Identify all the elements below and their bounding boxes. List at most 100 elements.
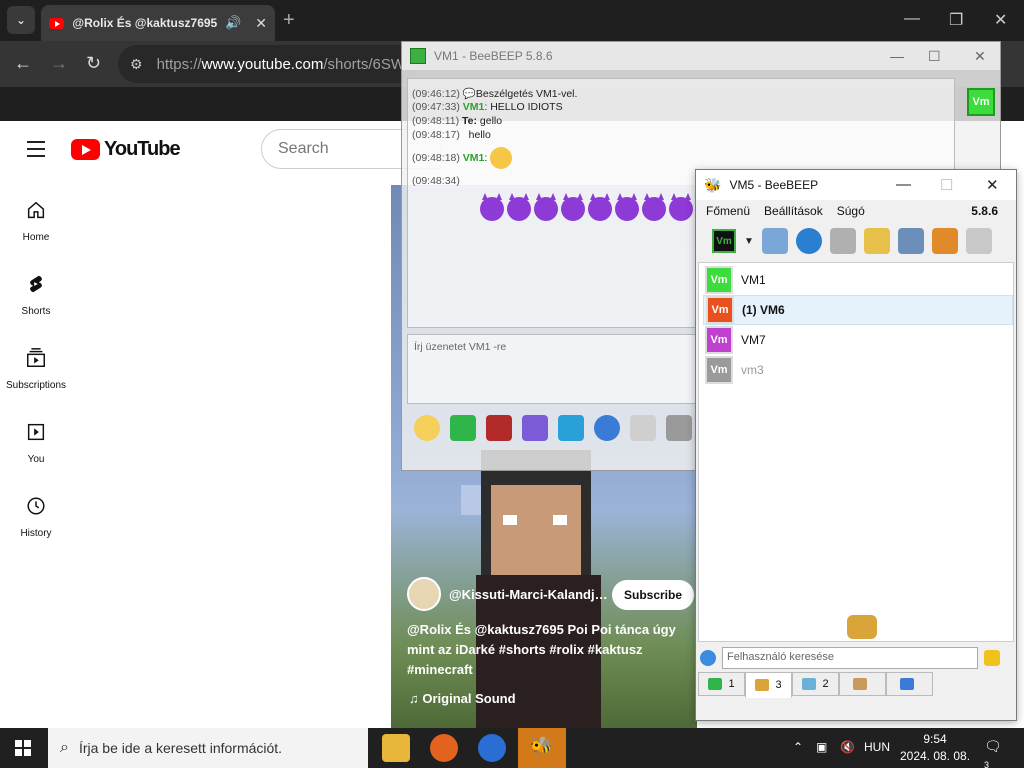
chat-icon xyxy=(708,678,723,690)
address-bar[interactable]: ⚙ https://www.youtube.com/shorts/6SW4 xyxy=(118,45,418,83)
vm5-close-icon[interactable]: ✕ xyxy=(986,176,999,194)
emoticon-icon[interactable] xyxy=(414,415,440,441)
write-message-icon[interactable] xyxy=(863,228,890,254)
tab-title: @Rolix És @kaktusz7695 P xyxy=(72,16,218,30)
chat-message: (09:48:34) xyxy=(412,175,460,187)
taskbar-search[interactable]: ⌕ Írja be ide a keresett információt. xyxy=(48,728,368,768)
windows-taskbar: ⌕ Írja be ide a keresett információt. 🐝 … xyxy=(0,728,1024,768)
search-icon: ⌕ xyxy=(60,739,69,756)
send-icon[interactable] xyxy=(630,415,656,441)
font-color-icon[interactable] xyxy=(522,415,548,441)
tab-groups[interactable]: 2 xyxy=(792,672,839,696)
site-info-icon[interactable]: ⚙ xyxy=(130,56,143,73)
vm1-minimize-icon[interactable]: — xyxy=(890,48,904,64)
browser-tab-active[interactable]: @Rolix És @kaktusz7695 P 🔊 ✕ xyxy=(41,5,275,41)
minimize-icon[interactable]: — xyxy=(904,10,920,28)
tray-chevron-up-icon[interactable]: ⌃ xyxy=(793,740,803,754)
user-row-vm7[interactable]: Vm VM7 xyxy=(703,325,1013,355)
emoticon-list-icon[interactable] xyxy=(450,415,476,441)
chrome-icon[interactable] xyxy=(478,734,506,762)
user-row-vm6[interactable]: Vm (1) VM6 xyxy=(703,295,1013,325)
tab-log[interactable] xyxy=(886,672,933,696)
clock[interactable]: 9:54 2024. 08. 08. xyxy=(899,731,971,765)
user-row-vm3[interactable]: Vm vm3 xyxy=(703,355,1013,385)
language-indicator[interactable]: HUN xyxy=(864,740,890,754)
vm5-minimize-icon[interactable]: — xyxy=(896,176,911,193)
user-avatar: Vm xyxy=(706,296,734,324)
sidebar-item-subscriptions[interactable]: Subscriptions xyxy=(0,347,72,393)
user-name: VM7 xyxy=(741,333,766,347)
original-sound-link[interactable]: ♫ Original Sound xyxy=(409,691,516,706)
user-row-vm1[interactable]: Vm VM1 xyxy=(703,265,1013,295)
laughing-emoji-icon xyxy=(490,147,513,169)
beebeep-taskbar-button[interactable]: 🐝 xyxy=(518,728,566,768)
tab-search-dropdown[interactable]: ⌄ xyxy=(7,6,35,34)
tab-network[interactable] xyxy=(839,672,886,696)
sidebar-item-shorts[interactable]: Shorts xyxy=(0,273,72,319)
sidebar-item-history[interactable]: History xyxy=(0,495,72,541)
chat-message: (09:46:12) 💬Beszélgetés VM1-vel. xyxy=(412,88,578,100)
menu-icon[interactable] xyxy=(27,141,45,162)
devil-emoji-icon xyxy=(480,193,504,221)
channel-name[interactable]: @Kissuti-Marci-Kalandj… xyxy=(449,587,608,602)
menu-help[interactable]: Súgó xyxy=(837,204,865,218)
tools-icon[interactable] xyxy=(897,228,924,254)
notification-center-icon[interactable]: 🗨3 xyxy=(984,738,1004,768)
menu-main[interactable]: Főmenü xyxy=(706,204,750,218)
file-share-icon[interactable] xyxy=(931,228,958,254)
groups-icon xyxy=(802,678,817,690)
vm1-close-icon[interactable]: ✕ xyxy=(974,48,986,65)
settings-icon[interactable] xyxy=(594,415,620,441)
character-eye-right xyxy=(553,515,567,525)
beebeep-app-icon xyxy=(410,48,426,64)
file-explorer-icon[interactable] xyxy=(382,734,410,762)
network-icon[interactable] xyxy=(795,228,822,254)
user-search-input[interactable]: Felhasználó keresése xyxy=(722,647,978,669)
subscribe-button[interactable]: Subscribe xyxy=(612,580,695,610)
firefox-icon[interactable] xyxy=(430,734,458,762)
vm5-window-title: VM5 - BeeBEEP xyxy=(729,178,819,192)
short-description[interactable]: @Rolix És @kaktusz7695 Poi Poi tánca úgy… xyxy=(407,620,687,680)
edit-profile-icon[interactable] xyxy=(761,228,788,254)
menu-settings[interactable]: Beállítások xyxy=(764,204,823,218)
font-icon[interactable] xyxy=(486,415,512,441)
close-tab-icon[interactable]: ✕ xyxy=(255,15,267,32)
close-window-icon[interactable]: ✕ xyxy=(994,10,1007,30)
chat-bubble-icon: 💬 xyxy=(462,88,476,100)
back-button[interactable]: ← xyxy=(14,53,32,74)
vm1-maximize-icon[interactable]: ☐ xyxy=(928,48,941,65)
vm5-main-window[interactable]: 🐝 VM5 - BeeBEEP — ☐ ✕ Főmenü Beállítások… xyxy=(695,169,1017,721)
clock-time: 9:54 xyxy=(923,732,947,746)
filter-icon[interactable] xyxy=(558,415,584,441)
channel-avatar[interactable] xyxy=(407,577,441,611)
character-eye-left xyxy=(503,515,517,525)
taskbar-search-text: Írja be ide a keresett információt. xyxy=(78,740,283,756)
reload-button[interactable]: ↻ xyxy=(86,53,101,74)
vm1-titlebar[interactable]: VM1 - BeeBEEP 5.8.6 xyxy=(402,42,1000,70)
forward-button[interactable]: → xyxy=(50,53,68,74)
screenshot-icon[interactable] xyxy=(666,415,692,441)
sidebar-item-you[interactable]: You xyxy=(0,421,72,467)
broadcast-icon[interactable] xyxy=(829,228,856,254)
clear-filter-icon[interactable] xyxy=(984,650,1000,666)
user-name: vm3 xyxy=(741,363,764,377)
tab-chats[interactable]: 1 xyxy=(698,672,745,696)
user-avatar: Vm xyxy=(705,356,733,384)
vm5-titlebar[interactable]: 🐝 VM5 - BeeBEEP xyxy=(696,170,1016,200)
vm5-maximize-icon[interactable]: ☐ xyxy=(940,176,953,194)
new-tab-button[interactable]: + xyxy=(283,9,295,32)
trash-icon[interactable] xyxy=(965,228,992,254)
tab-users[interactable]: 3 xyxy=(745,672,792,698)
youtube-logo[interactable]: YouTube xyxy=(71,138,181,161)
chat-toolbar xyxy=(414,415,692,441)
network-icon[interactable]: ▣ xyxy=(816,740,827,754)
chevron-down-icon[interactable]: ▼ xyxy=(744,236,754,247)
sidebar-item-home[interactable]: Home xyxy=(0,199,72,245)
status-selector[interactable]: Vm xyxy=(712,229,736,253)
devil-emoji-icon xyxy=(534,193,558,221)
user-name: VM1 xyxy=(741,273,766,287)
volume-muted-icon[interactable]: 🔇 xyxy=(840,740,855,754)
restore-icon[interactable]: ❐ xyxy=(949,10,963,30)
audio-playing-icon[interactable]: 🔊 xyxy=(225,15,241,31)
windows-start-icon[interactable] xyxy=(15,740,31,756)
